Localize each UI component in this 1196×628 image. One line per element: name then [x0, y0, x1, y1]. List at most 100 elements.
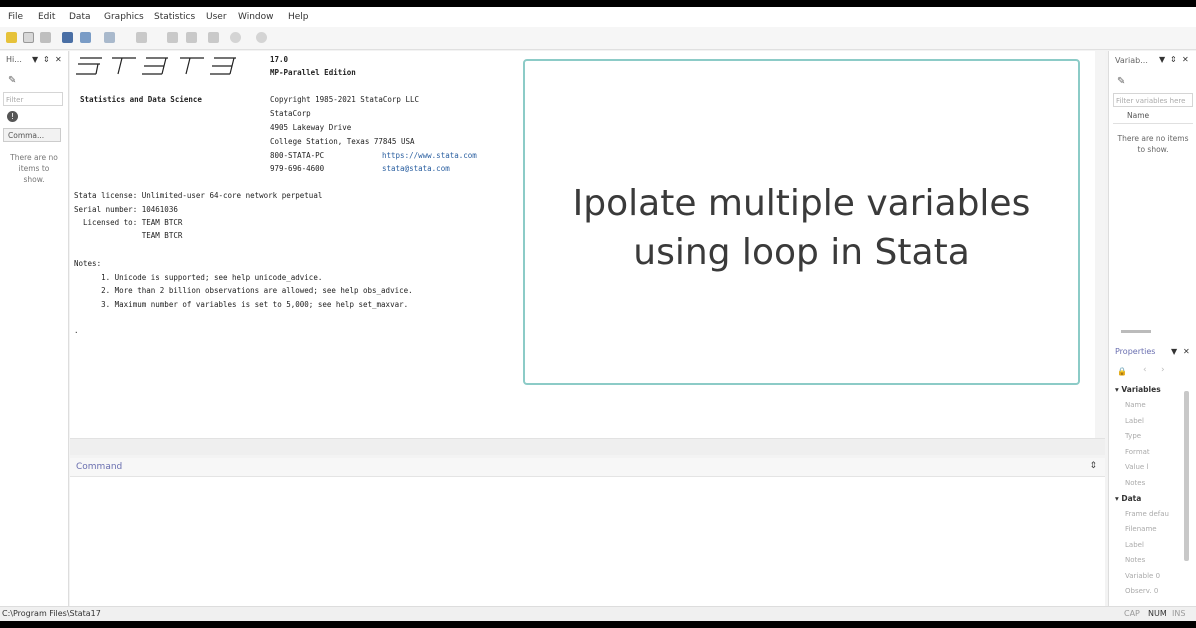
menu-window[interactable]: Window: [238, 12, 274, 22]
serial-text: Serial number: 10461036: [74, 205, 178, 214]
command-column-header[interactable]: Comma...: [3, 128, 61, 142]
properties-panel-title: Properties: [1115, 347, 1156, 356]
properties-variables-header[interactable]: ▾ Variables: [1115, 385, 1161, 394]
note-item: 3. Maximum number of variables is set to…: [74, 300, 409, 309]
menu-file[interactable]: File: [8, 12, 23, 22]
viewer-icon[interactable]: [80, 32, 91, 43]
variables-name-column[interactable]: Name: [1113, 111, 1193, 124]
menu-statistics[interactable]: Statistics: [154, 12, 195, 22]
command-window-title: Command: [76, 462, 123, 472]
website-link[interactable]: https://www.stata.com: [382, 151, 477, 160]
command-prompt: .: [74, 326, 79, 335]
property-row: Label: [1125, 541, 1144, 549]
dock-icon[interactable]: ⇕: [43, 55, 50, 64]
property-row: Label: [1125, 417, 1144, 425]
dock-icon[interactable]: ⇕: [1170, 55, 1177, 64]
history-filter-input[interactable]: Filter commands: [3, 92, 63, 106]
note-item: 2. More than 2 billion observations are …: [74, 286, 413, 295]
results-horizontal-scrollbar[interactable]: [70, 438, 1105, 455]
open-icon[interactable]: [6, 32, 17, 43]
dock-icon[interactable]: ⇕: [1089, 461, 1097, 471]
phone-text: 800-STATA-PC: [270, 151, 325, 160]
license-text: Stata license: Unlimited-user 64-core ne…: [74, 191, 323, 200]
address-text: 4905 Lakeway Drive: [270, 123, 352, 132]
graph-icon[interactable]: [104, 32, 115, 43]
video-title: Ipolate multiple variables using loop in…: [525, 179, 1078, 277]
close-icon[interactable]: ✕: [55, 55, 62, 64]
data-editor-browse-icon[interactable]: [186, 32, 197, 43]
data-editor-edit-icon[interactable]: [167, 32, 178, 43]
close-icon[interactable]: ✕: [1183, 347, 1190, 356]
properties-section-label: Data: [1121, 494, 1142, 503]
city-text: College Station, Texas 77845 USA: [270, 137, 415, 146]
menu-data[interactable]: Data: [69, 12, 91, 22]
log-icon[interactable]: [62, 32, 73, 43]
menu-bar: File Edit Data Graphics Statistics User …: [0, 7, 1196, 27]
property-row[interactable]: Filename: [1125, 525, 1157, 533]
video-title-line: Ipolate multiple variables: [572, 183, 1031, 224]
variables-properties-panel: Variab... ▼ ⇕ ✕ ✎ Filter variables here …: [1108, 51, 1196, 606]
history-panel: Hi... ▼ ⇕ ✕ ✎ Filter commands ! Comma...…: [0, 51, 69, 606]
stata-version: 17.0: [270, 55, 289, 64]
copyright-text: Copyright 1985-2021 StataCorp LLC: [270, 95, 420, 104]
stata-tagline: Statistics and Data Science: [80, 95, 202, 104]
menu-graphics[interactable]: Graphics: [104, 12, 144, 22]
company-text: StataCorp: [270, 109, 311, 118]
save-icon[interactable]: [23, 32, 34, 43]
panel-splitter[interactable]: [1121, 330, 1151, 333]
num-indicator: NUM: [1148, 609, 1167, 618]
properties-data-header[interactable]: ▾ Data: [1115, 494, 1141, 503]
working-directory: C:\Program Files\Stata17: [2, 609, 101, 618]
licensed-to-text-2: TEAM BTCR: [74, 231, 183, 240]
clear-more-icon[interactable]: [230, 32, 241, 43]
print-icon[interactable]: [40, 32, 51, 43]
menu-user[interactable]: User: [206, 12, 227, 22]
back-arrow-icon[interactable]: ‹: [1143, 365, 1147, 375]
wrench-icon[interactable]: ✎: [1117, 76, 1125, 87]
properties-scrollbar[interactable]: [1184, 391, 1189, 561]
variables-manager-icon[interactable]: [208, 32, 219, 43]
history-empty-line: show.: [23, 175, 45, 184]
licensed-to-text: Licensed to: TEAM BTCR: [74, 218, 183, 227]
notes-label: Notes:: [74, 259, 102, 268]
ins-indicator: INS: [1172, 609, 1186, 618]
history-panel-title: Hi...: [6, 55, 22, 64]
property-row: Name: [1125, 401, 1146, 409]
caps-indicator: CAP: [1124, 609, 1140, 618]
video-title-line: using loop in Stata: [633, 232, 970, 273]
menu-help[interactable]: Help: [288, 12, 309, 22]
property-row: Frame defau: [1125, 510, 1169, 518]
note-item: 1. Unicode is supported; see help unicod…: [74, 273, 323, 282]
property-row: Value l: [1125, 463, 1149, 471]
properties-section-label: Variables: [1121, 385, 1161, 394]
command-input[interactable]: [70, 477, 1105, 606]
variables-empty-line: to show.: [1137, 145, 1169, 154]
wrench-icon[interactable]: ✎: [8, 75, 16, 86]
pin-icon[interactable]: ▼: [32, 55, 38, 64]
property-row: Variable 0: [1125, 572, 1161, 580]
info-icon[interactable]: !: [7, 111, 18, 122]
pin-icon[interactable]: ▼: [1171, 347, 1177, 356]
status-bar: C:\Program Files\Stata17 CAP NUM INS: [0, 606, 1196, 621]
stata-logo: [76, 57, 236, 75]
do-file-editor-icon[interactable]: [136, 32, 147, 43]
history-empty-line: items to: [18, 164, 50, 173]
property-row: Type: [1125, 432, 1142, 440]
variables-empty-line: There are no items: [1117, 134, 1189, 143]
forward-arrow-icon[interactable]: ›: [1161, 365, 1165, 375]
email-link[interactable]: stata@stata.com: [382, 164, 450, 173]
variables-filter-input[interactable]: Filter variables here: [1113, 93, 1193, 107]
property-row: Notes: [1125, 556, 1146, 564]
lock-icon[interactable]: 🔒: [1117, 367, 1127, 376]
menu-edit[interactable]: Edit: [38, 12, 55, 22]
results-scrollbar[interactable]: [1095, 51, 1105, 438]
close-icon[interactable]: ✕: [1182, 55, 1189, 64]
phone2-text: 979-696-4600: [270, 164, 325, 173]
property-row: Notes: [1125, 479, 1146, 487]
break-icon[interactable]: [256, 32, 267, 43]
property-row: Observ. 0: [1125, 587, 1159, 595]
command-window-header: Command ⇕: [70, 458, 1105, 477]
stata-window: File Edit Data Graphics Statistics User …: [0, 7, 1196, 621]
variables-panel-title: Variab...: [1115, 56, 1148, 65]
pin-icon[interactable]: ▼: [1159, 55, 1165, 64]
